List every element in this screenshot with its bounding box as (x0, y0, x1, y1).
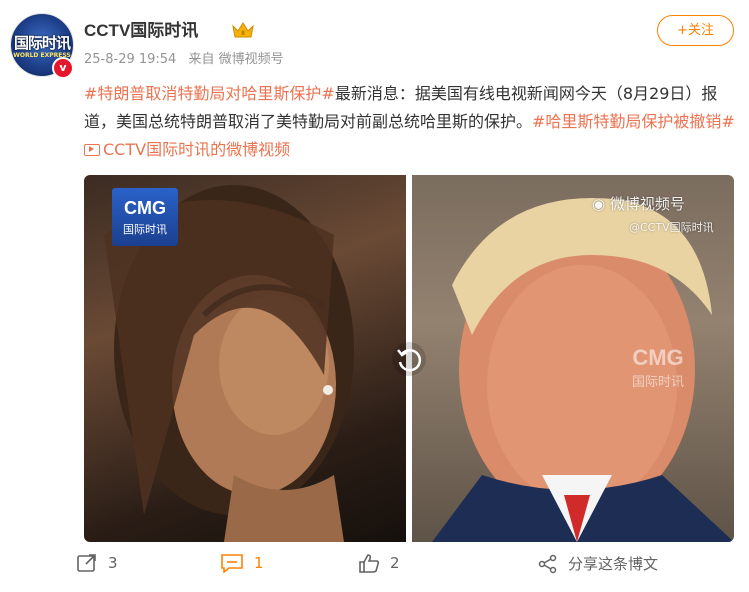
like-count: 2 (390, 554, 400, 572)
post-meta: 25-8-29 19:54 来自 微博视频号 (84, 48, 292, 67)
verified-icon: v (52, 57, 74, 79)
repost-button[interactable]: 3 (76, 553, 118, 573)
repost-count: 3 (108, 554, 118, 572)
cmg-watermark-subtext: 国际时讯 (631, 375, 684, 390)
cmg-logo-text: CMG (124, 198, 166, 218)
comment-button[interactable]: 1 (220, 553, 264, 573)
post-time[interactable]: 25-8-29 19:54 (84, 52, 176, 67)
action-bar: 3 1 2 分享这条博文 (0, 553, 749, 579)
hashtag-link[interactable]: #特朗普取消特勤局对哈里斯保护# (84, 84, 335, 103)
crown-badge-icon: II (232, 22, 254, 38)
video-icon (84, 144, 100, 156)
share-button[interactable]: 分享这条博文 (538, 553, 658, 574)
share-label: 分享这条博文 (568, 555, 659, 573)
follow-button[interactable]: +关注 (657, 15, 734, 46)
video-link-label: CCTV国际时讯的微博视频 (103, 140, 291, 159)
avatar-logo-text: 国际时讯 (13, 34, 71, 52)
share-icon (538, 554, 557, 573)
username[interactable]: CCTV国际时讯 (84, 16, 198, 41)
weibo-eye-icon: ◉ (592, 195, 610, 213)
cmg-logo-subtext: 国际时讯 (123, 223, 167, 236)
watermark-account: @CCTV国际时讯 (629, 221, 714, 234)
svg-text:II: II (241, 30, 245, 37)
repost-icon (77, 554, 96, 572)
comment-count: 1 (254, 554, 264, 572)
watermark-text: 微博视频号 (609, 195, 685, 213)
weibo-video-watermark: ◉ 微博视频号 (592, 193, 685, 214)
comment-icon (221, 554, 243, 573)
video-link[interactable]: CCTV国际时讯的微博视频 (84, 140, 290, 159)
like-button[interactable]: 2 (358, 553, 400, 573)
post-source: 来自 微博视频号 (188, 52, 284, 67)
cmg-logo-badge: CMG 国际时讯 (112, 188, 178, 246)
post-content: #特朗普取消特勤局对哈里斯保护#最新消息：据美国有线电视新闻网今天（8月29日）… (84, 80, 736, 164)
replay-icon[interactable] (390, 340, 428, 378)
cmg-watermark: CMG 国际时讯 (613, 345, 703, 390)
cmg-watermark-text: CMG (632, 345, 684, 370)
hashtag-link[interactable]: #哈里斯特勤局保护被撤销# (532, 112, 735, 131)
thumbs-up-icon (359, 554, 380, 573)
